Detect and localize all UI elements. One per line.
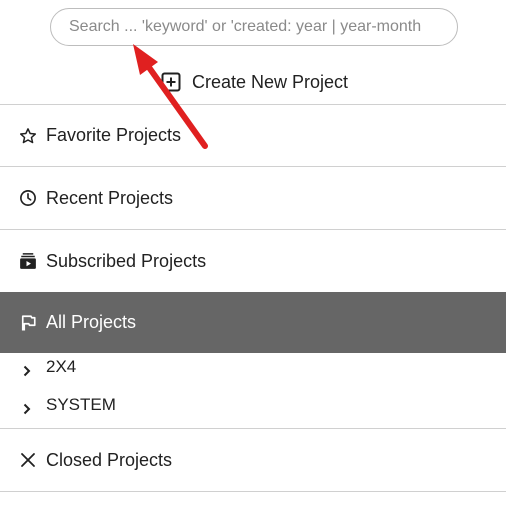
close-icon [19, 451, 37, 469]
create-new-project-button[interactable]: Create New Project [161, 68, 348, 96]
section-label: Subscribed Projects [46, 250, 207, 271]
plus-square-icon [161, 72, 181, 92]
section-label: Favorite Projects [46, 125, 182, 145]
section-closed-projects[interactable]: Closed Projects [0, 429, 506, 491]
chevron-right-icon [20, 402, 34, 416]
projects-panel: Create New Project Favorite Projects Rec… [0, 0, 506, 505]
search-box[interactable] [50, 8, 458, 46]
section-subscribed-projects[interactable]: Subscribed Projects [0, 230, 506, 292]
section-label: Recent Projects [46, 187, 174, 208]
star-icon [19, 127, 37, 145]
flag-icon [19, 314, 37, 332]
section-recent-projects[interactable]: Recent Projects [0, 167, 506, 229]
create-new-project-label: Create New Project [192, 71, 349, 92]
chevron-right-icon [20, 364, 34, 378]
project-item-2x4[interactable]: 2X4 [0, 350, 506, 384]
divider [0, 491, 506, 492]
clock-icon [19, 189, 37, 207]
project-item-label: 2X4 [46, 357, 77, 376]
section-label: All Projects [46, 312, 137, 332]
project-item-label: SYSTEM [46, 395, 116, 414]
section-all-projects[interactable]: All Projects [0, 292, 506, 353]
subscriptions-icon [19, 252, 37, 270]
search-input[interactable] [69, 18, 439, 36]
project-item-system[interactable]: SYSTEM [0, 388, 506, 422]
section-favorite-projects[interactable]: Favorite Projects [0, 105, 506, 166]
section-label: Closed Projects [46, 449, 173, 470]
